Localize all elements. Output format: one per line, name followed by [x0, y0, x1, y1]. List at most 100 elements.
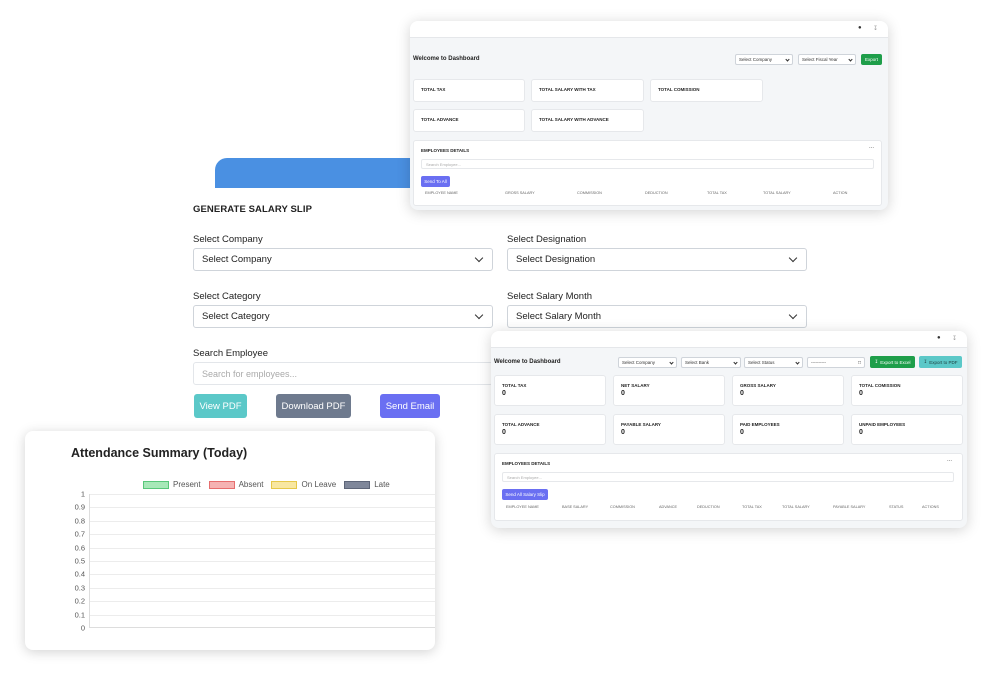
employee-search-input[interactable]: Search Employee...	[421, 159, 874, 169]
column-header: COMMISSION	[577, 191, 602, 195]
y-axis: 1 0.9 0.8 0.7 0.6 0.5 0.4 0.3 0.2 0.1 0	[63, 489, 85, 633]
stat-card: TOTAL ADVANCE 0	[494, 414, 606, 445]
export-button[interactable]: Export	[861, 54, 882, 65]
stat-label: TOTAL COMISSION	[658, 87, 700, 92]
legend-item[interactable]: Absent	[208, 480, 264, 489]
stat-label: PAYABLE SALARY	[621, 422, 661, 427]
legend-swatch	[344, 480, 371, 489]
gridline	[90, 547, 435, 549]
stat-value: 0	[502, 390, 506, 397]
legend-label: Late	[374, 480, 390, 489]
stat-card: TOTAL COMISSION	[650, 79, 763, 102]
gridline	[90, 520, 435, 522]
column-header: STATUS	[889, 505, 904, 509]
column-header: EMPLOYEE NAME	[425, 191, 458, 195]
download-icon: ↧	[923, 359, 928, 364]
employees-panel: EMPLOYEES DETAILS ... Search Employee...…	[494, 453, 963, 521]
y-tick-label: 0	[80, 623, 85, 633]
user-icon[interactable]: ●	[937, 335, 941, 341]
legend-swatch	[271, 480, 298, 489]
more-menu-icon[interactable]: ...	[869, 144, 874, 150]
chevron-down-icon	[788, 253, 798, 263]
date-input-value: ----------	[811, 360, 826, 365]
more-menu-icon[interactable]: ...	[947, 457, 952, 463]
search-label: Search Employee	[193, 348, 268, 359]
stat-card: TOTAL SALARY WITH ADVANCE	[531, 109, 644, 132]
search-input[interactable]: Search for employees...	[193, 362, 493, 385]
dashboard-title: Welcome to Dashboard	[494, 359, 561, 365]
employees-panel: EMPLOYEES DETAILS ... Search Employee...…	[413, 140, 882, 206]
designation-select[interactable]: Select Designation	[507, 248, 807, 271]
salary-month-select-value: Select Salary Month	[516, 311, 602, 322]
employees-title: EMPLOYEES DETAILS	[421, 148, 470, 153]
column-header: TOTAL TAX	[742, 505, 762, 509]
export-pdf-label: Export to PDF	[929, 359, 958, 365]
salary-slip-title: GENERATE SALARY SLIP	[193, 204, 313, 215]
company-label: Select Company	[193, 234, 263, 245]
chevron-down-icon	[795, 359, 800, 365]
export-excel-button[interactable]: ↧ Export to Excel	[870, 356, 915, 368]
stat-label: PAID EMPLOYEES	[740, 422, 780, 427]
header-tab	[215, 158, 435, 188]
y-tick-label: 0.7	[74, 529, 85, 539]
y-tick-label: 0.8	[74, 516, 85, 526]
stat-value: 0	[740, 390, 744, 397]
status-select-value: Select Status	[748, 360, 775, 365]
status-select[interactable]: Select Status	[744, 357, 803, 368]
y-tick-label: 0.2	[74, 596, 85, 606]
user-icon[interactable]: ●	[858, 25, 862, 31]
stat-card: PAYABLE SALARY 0	[613, 414, 725, 445]
column-header: DEDUCTION	[697, 505, 720, 509]
chevron-down-icon	[733, 359, 738, 365]
fiscal-year-select[interactable]: Select Fiscal Year	[798, 54, 856, 65]
category-select-value: Select Category	[202, 311, 270, 322]
column-header: EMPLOYEE NAME	[506, 505, 539, 509]
download-icon[interactable]: ↧	[952, 335, 957, 342]
gridline	[90, 614, 435, 616]
employees-title: EMPLOYEES DETAILS	[502, 461, 551, 466]
stat-label: TOTAL SALARY WITH TAX	[539, 87, 596, 92]
employee-search-input[interactable]: Search Employee...	[502, 472, 954, 482]
stat-label: TOTAL TAX	[502, 383, 527, 388]
legend-item[interactable]: Present	[143, 480, 201, 489]
y-tick-label: 1	[80, 489, 85, 499]
legend-label: Absent	[238, 480, 264, 489]
date-input[interactable]: ---------- □	[807, 357, 865, 368]
column-header: ACTIONS	[922, 505, 939, 509]
stat-card: NET SALARY 0	[613, 375, 725, 406]
company-select[interactable]: Select Company	[735, 54, 793, 65]
legend-swatch	[143, 480, 169, 489]
export-pdf-button[interactable]: ↧ Export to PDF	[919, 356, 962, 368]
stat-label: TOTAL ADVANCE	[421, 117, 459, 122]
legend-item[interactable]: On Leave	[271, 480, 336, 489]
gridline	[90, 601, 435, 603]
stat-value: 0	[621, 429, 625, 436]
bank-select[interactable]: Select Bank	[681, 357, 741, 368]
column-header: ADVANCE	[659, 505, 678, 509]
download-icon[interactable]: ↧	[873, 25, 878, 32]
column-header: COMMISSION	[610, 505, 635, 509]
category-select[interactable]: Select Category	[193, 305, 493, 328]
chart-plot-area	[89, 494, 435, 628]
send-to-all-button[interactable]: Send To All	[421, 176, 450, 187]
column-header: TOTAL SALARY	[763, 191, 791, 195]
y-tick-label: 0.4	[74, 569, 85, 579]
chevron-down-icon	[785, 56, 790, 62]
view-pdf-button[interactable]: View PDF	[194, 394, 247, 418]
designation-label: Select Designation	[507, 234, 587, 245]
send-email-button[interactable]: Send Email	[380, 394, 440, 418]
stat-label: NET SALARY	[621, 383, 650, 388]
y-tick-label: 0.9	[74, 502, 85, 512]
table-header: EMPLOYEE NAME BASE SALARY COMMISSION ADV…	[506, 505, 956, 513]
company-select-value: Select Company	[622, 360, 656, 365]
export-excel-label: Export to Excel	[880, 359, 911, 365]
download-pdf-button[interactable]: Download PDF	[276, 394, 351, 418]
company-select[interactable]: Select Company	[193, 248, 493, 271]
send-all-salary-slip-button[interactable]: Send All Salary Slip	[502, 489, 548, 500]
salary-month-select[interactable]: Select Salary Month	[507, 305, 807, 328]
legend-item[interactable]: Late	[344, 480, 390, 489]
column-header: TOTAL SALARY	[782, 505, 810, 509]
company-select[interactable]: Select Company	[618, 357, 677, 368]
y-tick-label: 0.6	[74, 543, 85, 553]
fiscal-year-select-value: Select Fiscal Year	[802, 57, 838, 62]
